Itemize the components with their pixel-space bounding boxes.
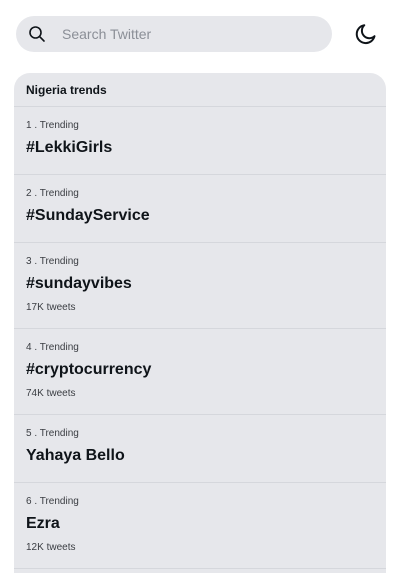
search-input[interactable] bbox=[62, 26, 312, 42]
trends-panel: Nigeria trends 1 . Trending #LekkiGirls … bbox=[14, 73, 386, 573]
trend-name[interactable]: #SundayService bbox=[26, 207, 374, 225]
trend-tweet-count: 74K tweets bbox=[26, 388, 76, 399]
moon-icon bbox=[354, 24, 378, 50]
trend-tweet-count: 12K tweets bbox=[26, 542, 76, 553]
topbar bbox=[16, 16, 386, 52]
trend-meta: 2 . Trending bbox=[26, 188, 79, 199]
search-bar[interactable] bbox=[16, 16, 332, 52]
trend-item[interactable]: 6 . Trending Ezra 12K tweets bbox=[14, 483, 386, 569]
trend-name[interactable]: Ezra bbox=[26, 515, 374, 533]
theme-toggle-button[interactable] bbox=[354, 22, 378, 46]
trend-name[interactable]: #cryptocurrency bbox=[26, 361, 374, 379]
trend-meta: 4 . Trending bbox=[26, 342, 79, 353]
trend-item[interactable]: 2 . Trending #SundayService bbox=[14, 175, 386, 243]
search-icon bbox=[28, 25, 46, 43]
trend-meta: 6 . Trending bbox=[26, 496, 79, 507]
trend-item[interactable]: 3 . Trending #sundayvibes 17K tweets bbox=[14, 243, 386, 329]
trend-name[interactable]: #sundayvibes bbox=[26, 275, 374, 293]
trends-title: Nigeria trends bbox=[14, 73, 386, 107]
trend-name[interactable]: Yahaya Bello bbox=[26, 447, 374, 465]
trend-item[interactable]: 1 . Trending #LekkiGirls bbox=[14, 107, 386, 175]
trend-item[interactable]: 4 . Trending #cryptocurrency 74K tweets bbox=[14, 329, 386, 415]
trend-meta: 3 . Trending bbox=[26, 256, 79, 267]
trend-meta: 5 . Trending bbox=[26, 428, 79, 439]
trend-meta: 1 . Trending bbox=[26, 120, 79, 131]
trend-item[interactable]: 5 . Trending Yahaya Bello bbox=[14, 415, 386, 483]
trend-name[interactable]: #LekkiGirls bbox=[26, 139, 374, 157]
trend-tweet-count: 17K tweets bbox=[26, 302, 76, 313]
